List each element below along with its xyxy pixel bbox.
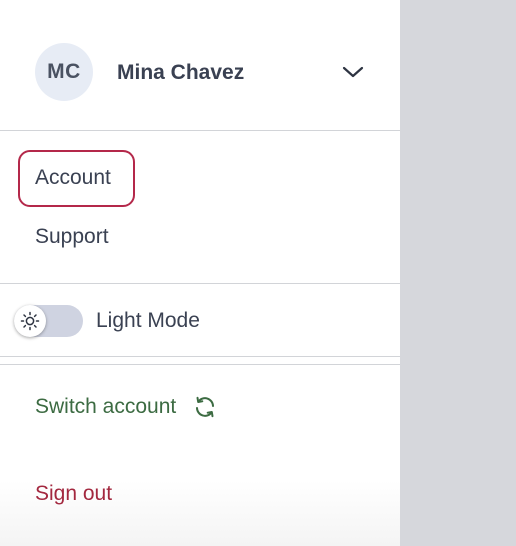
app-root: MC Mina Chavez Account Support Light Mod… [0,0,516,546]
divider [0,283,400,284]
sign-out-link[interactable]: Sign out [35,481,112,507]
toggle-knob [14,305,46,337]
user-name: Mina Chavez [117,61,245,84]
support-link[interactable]: Support [35,224,109,250]
light-mode-toggle[interactable] [14,305,83,337]
account-link[interactable]: Account [35,165,111,191]
user-menu-panel: MC Mina Chavez Account Support Light Mod… [0,0,400,546]
chevron-down-icon[interactable] [341,64,365,80]
divider [0,364,400,365]
light-mode-label: Light Mode [96,309,200,332]
page-backdrop[interactable] [400,0,516,546]
refresh-icon [196,396,215,418]
avatar-initials: MC [47,60,81,83]
avatar: MC [35,43,93,101]
sun-icon [20,311,40,331]
divider [0,356,400,357]
switch-account-label: Switch account [35,395,177,418]
divider [0,130,400,131]
user-menu-header[interactable]: MC Mina Chavez [0,0,400,131]
switch-account-link[interactable]: Switch account [35,394,217,420]
